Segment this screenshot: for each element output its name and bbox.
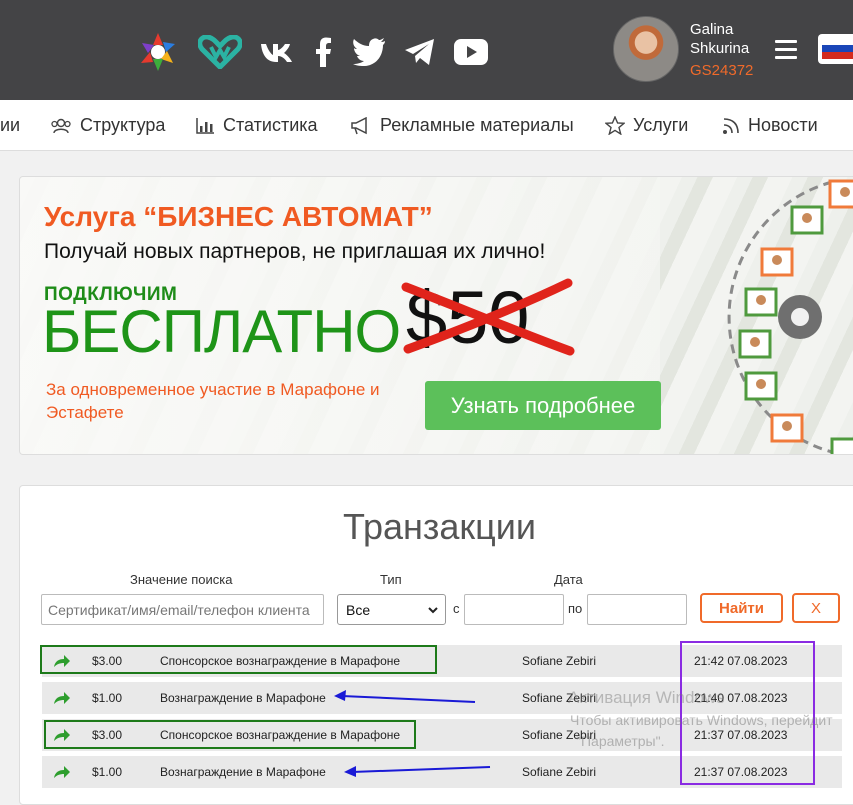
user-code: GS24372 <box>690 62 754 79</box>
search-label: Значение поиска <box>130 572 233 587</box>
heart-logo-icon[interactable] <box>198 35 242 69</box>
user-profile[interactable]: Galina Shkurina GS24372 <box>613 16 753 82</box>
youtube-icon[interactable] <box>454 39 488 65</box>
highlight-box-green <box>44 720 416 749</box>
user-first-name: Galina <box>690 21 734 38</box>
type-select-value: Все <box>346 601 371 618</box>
banner-subtitle: Получай новых партнеров, не приглашая их… <box>44 240 546 263</box>
facebook-icon[interactable] <box>312 37 334 67</box>
twitter-icon[interactable] <box>352 38 386 66</box>
user-name: Galina Shkurina GS24372 <box>690 20 753 80</box>
star-icon <box>605 116 625 135</box>
date-to-label: по <box>568 601 583 616</box>
type-select[interactable]: Все <box>337 594 446 625</box>
avatar[interactable] <box>613 16 679 82</box>
blue-arrow-annotation <box>334 690 476 703</box>
arrow-right-icon <box>54 692 70 704</box>
russia-flag-icon[interactable] <box>818 34 853 64</box>
date-label: Дата <box>554 572 583 587</box>
row-amount: $1.00 <box>92 765 123 779</box>
page-title: Транзакции <box>343 506 537 547</box>
date-from-label: с <box>453 601 460 616</box>
chart-icon <box>196 117 214 134</box>
vk-icon[interactable] <box>260 41 294 63</box>
row-name: Sofiane Zebiri <box>522 765 597 779</box>
chevron-down-icon <box>428 607 438 614</box>
highlight-box-green <box>40 645 437 674</box>
banner-title: Услуга “БИЗНЕС АВТОМАТ” <box>44 201 433 232</box>
windows-watermark-text2: "Параметры". <box>576 733 665 749</box>
main-nav: ии Структура Статистика Рекламные матери… <box>0 100 853 151</box>
menu-icon[interactable] <box>775 40 797 59</box>
network-illustration-icon <box>727 179 853 454</box>
type-label: Тип <box>380 572 402 587</box>
banner-note: За одновременное участие в Марафоне и Эс… <box>46 380 380 422</box>
users-icon <box>51 118 71 133</box>
arrow-right-icon <box>54 766 70 778</box>
clear-button[interactable]: X <box>792 593 840 623</box>
nav-item-ad-materials[interactable]: Рекламные материалы <box>350 100 574 151</box>
row-description: Вознаграждение в Марафоне <box>160 691 326 705</box>
row-amount: $1.00 <box>92 691 123 705</box>
telegram-icon[interactable] <box>404 38 436 66</box>
megaphone-icon <box>351 116 367 134</box>
blue-arrow-annotation <box>344 766 491 777</box>
nav-item-services[interactable]: Услуги <box>605 100 688 151</box>
row-name: Sofiane Zebiri <box>522 654 597 668</box>
date-to-input[interactable] <box>587 594 687 625</box>
rss-icon <box>723 117 739 134</box>
social-links <box>136 30 506 74</box>
search-input[interactable]: Сертификат/имя/email/телефон клиента <box>41 594 324 625</box>
find-button[interactable]: Найти <box>700 593 783 623</box>
nav-item-structure[interactable]: Структура <box>50 100 165 151</box>
logo-icon[interactable] <box>136 30 180 74</box>
nav-item-partial[interactable]: ии <box>0 100 20 151</box>
search-placeholder: Сертификат/имя/email/телефон клиента <box>48 601 310 618</box>
row-description: Вознаграждение в Марафоне <box>160 765 326 779</box>
windows-watermark-text: Чтобы активировать Windows, перейдит <box>570 712 833 728</box>
date-from-input[interactable] <box>464 594 564 625</box>
nav-item-news[interactable]: Новости <box>722 100 818 151</box>
banner-free-text: БЕСПЛАТНО <box>42 298 401 365</box>
windows-watermark-title: Активация Windows <box>568 688 725 707</box>
promo-banner[interactable]: Услуга “БИЗНЕС АВТОМАТ” Получай новых па… <box>19 176 853 455</box>
strike-cross-icon <box>401 278 575 356</box>
user-last-name: Shkurina <box>690 40 750 57</box>
top-header: Galina Shkurina GS24372 <box>0 0 853 100</box>
learn-more-button[interactable]: Узнать подробнее <box>425 381 661 430</box>
nav-item-statistics[interactable]: Статистика <box>195 100 318 151</box>
